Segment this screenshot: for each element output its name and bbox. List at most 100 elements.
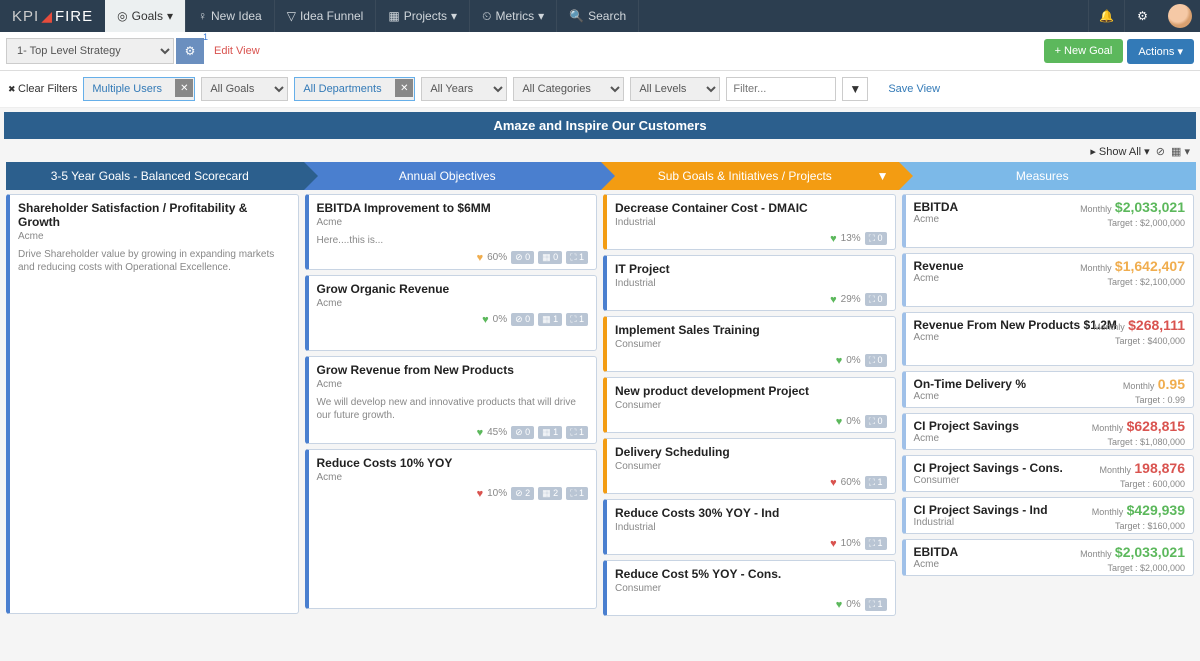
goal-card[interactable]: Shareholder Satisfaction / Profitability…: [6, 194, 299, 614]
metric-target: Target : $160,000: [1115, 521, 1185, 531]
period-label: Monthly: [1100, 465, 1132, 475]
nav-label: Idea Funnel: [300, 9, 363, 23]
logo[interactable]: KPI ◢ FIRE: [0, 8, 105, 25]
card-title: Reduce Costs 30% YOY - Ind: [615, 506, 887, 520]
progress-pct: 60%: [841, 477, 861, 488]
measure-card[interactable]: CI Project Savings - Ind Industrial Mont…: [902, 497, 1195, 534]
card-org: Acme: [18, 231, 290, 242]
user-avatar[interactable]: [1168, 4, 1192, 28]
heart-icon: ♥: [830, 477, 837, 489]
levels-filter[interactable]: All Levels: [630, 77, 720, 101]
measure-card[interactable]: EBITDA Acme Monthly $2,033,021 Target : …: [902, 539, 1195, 576]
column-measures: EBITDA Acme Monthly $2,033,021 Target : …: [902, 194, 1195, 576]
heart-icon: ♥: [830, 294, 837, 306]
clear-users-icon[interactable]: ✕: [175, 79, 193, 97]
card-title: New product development Project: [615, 384, 887, 398]
nav-goals[interactable]: ◎Goals ▾: [105, 0, 186, 32]
categories-filter[interactable]: All Categories: [513, 77, 624, 101]
save-view-link[interactable]: Save View: [888, 83, 940, 95]
goals-filter[interactable]: All Goals: [201, 77, 288, 101]
apply-filter-button[interactable]: ▼: [842, 77, 868, 101]
measure-card[interactable]: Revenue Acme Monthly $1,642,407 Target :…: [902, 253, 1195, 307]
nav-metrics[interactable]: ⏲Metrics ▾: [470, 0, 557, 32]
stat-chip: ⛶ 1: [566, 313, 588, 326]
heart-icon: ♥: [836, 355, 843, 367]
card-org: Consumer: [615, 461, 887, 472]
nav-projects[interactable]: ▦Projects ▾: [376, 0, 470, 32]
card-org: Consumer: [615, 339, 887, 350]
show-all-toggle[interactable]: ▸ Show All ▾ ⊘ ▦ ▾: [0, 143, 1200, 160]
objective-card[interactable]: Grow Revenue from New Products Acme We w…: [305, 356, 598, 444]
stat-chip: ▦ 0: [538, 251, 562, 264]
objective-card[interactable]: EBITDA Improvement to $6MM Acme Here....…: [305, 194, 598, 270]
stat-chip: ⛶ 1: [865, 476, 887, 489]
metric-value: $2,033,021: [1115, 199, 1185, 215]
metric-target: Target : $1,080,000: [1107, 437, 1185, 447]
header-measures: Measures: [899, 162, 1197, 190]
nav-label: Goals: [132, 9, 163, 23]
filter-input[interactable]: [726, 77, 836, 101]
stat-chip: ⛶ 0: [865, 415, 887, 428]
mission-banner: Amaze and Inspire Our Customers: [4, 112, 1196, 139]
sliders-button[interactable]: ⚙1: [176, 38, 204, 64]
period-label: Monthly: [1080, 263, 1112, 273]
stat-chip: ⛶ 1: [566, 426, 588, 439]
stat-chip: ⛶ 1: [566, 251, 588, 264]
notifications-icon[interactable]: 🔔: [1088, 0, 1124, 32]
card-title: Delivery Scheduling: [615, 445, 887, 459]
expand-icon[interactable]: ⊘: [1156, 146, 1165, 158]
measure-card[interactable]: Revenue From New Products $1.2M Acme Mon…: [902, 312, 1195, 366]
heart-icon: ♥: [830, 233, 837, 245]
measure-card[interactable]: EBITDA Acme Monthly $2,033,021 Target : …: [902, 194, 1195, 248]
progress-pct: 0%: [846, 599, 860, 610]
funnel-icon[interactable]: ▼: [877, 169, 889, 183]
measure-card[interactable]: CI Project Savings - Cons. Consumer Mont…: [902, 455, 1195, 492]
heart-icon: ♥: [830, 538, 837, 550]
new-goal-button[interactable]: + New Goal: [1044, 39, 1124, 63]
initiative-card[interactable]: IT Project Industrial ♥ 29% ⛶ 0: [603, 255, 896, 311]
metric-value: $628,815: [1127, 418, 1185, 434]
period-label: Monthly: [1080, 549, 1112, 559]
column-subgoals: Decrease Container Cost - DMAIC Industri…: [603, 194, 896, 616]
clear-filters[interactable]: Clear Filters: [8, 83, 77, 95]
progress-pct: 29%: [841, 294, 861, 305]
nav-idea-funnel[interactable]: ▽Idea Funnel: [275, 0, 377, 32]
stat-chip: ⛶ 1: [566, 487, 588, 500]
initiative-card[interactable]: Reduce Cost 5% YOY - Cons. Consumer ♥ 0%…: [603, 560, 896, 616]
depts-filter[interactable]: All Departments✕: [294, 77, 415, 101]
clear-depts-icon[interactable]: ✕: [395, 79, 413, 97]
initiative-card[interactable]: Decrease Container Cost - DMAIC Industri…: [603, 194, 896, 250]
metric-target: Target : 0.99: [1135, 395, 1185, 405]
measure-card[interactable]: CI Project Savings Acme Monthly $628,815…: [902, 413, 1195, 450]
measure-card[interactable]: On-Time Delivery % Acme Monthly 0.95 Tar…: [902, 371, 1195, 408]
nav-new-idea[interactable]: ♀New Idea: [186, 0, 275, 32]
users-filter[interactable]: Multiple Users✕: [83, 77, 195, 101]
gauge-icon: ⏲: [482, 9, 491, 24]
period-label: Monthly: [1092, 423, 1124, 433]
header-annual: Annual Objectives: [304, 162, 602, 190]
card-org: Acme: [317, 472, 589, 483]
view-icon[interactable]: ▦ ▾: [1171, 146, 1190, 158]
initiative-card[interactable]: Reduce Costs 30% YOY - Ind Industrial ♥ …: [603, 499, 896, 555]
stat-chip: ▦ 2: [538, 487, 562, 500]
nav-label: Metrics: [495, 9, 534, 23]
metric-target: Target : 600,000: [1120, 479, 1185, 489]
metric-value: $1,642,407: [1115, 258, 1185, 274]
progress-pct: 60%: [487, 252, 507, 263]
objective-card[interactable]: Grow Organic Revenue Acme ♥ 0% ⊘ 0 ▦ 1 ⛶…: [305, 275, 598, 351]
years-filter[interactable]: All Years: [421, 77, 507, 101]
column-annual: EBITDA Improvement to $6MM Acme Here....…: [305, 194, 598, 609]
settings-icon[interactable]: ⚙: [1124, 0, 1160, 32]
initiative-card[interactable]: Delivery Scheduling Consumer ♥ 60% ⛶ 1: [603, 438, 896, 494]
card-title: Reduce Costs 10% YOY: [317, 456, 589, 470]
nav-search[interactable]: 🔍Search: [557, 0, 639, 32]
objective-card[interactable]: Reduce Costs 10% YOY Acme ♥ 10% ⊘ 2 ▦ 2 …: [305, 449, 598, 609]
progress-pct: 10%: [841, 538, 861, 549]
initiative-card[interactable]: Implement Sales Training Consumer ♥ 0% ⛶…: [603, 316, 896, 372]
edit-view-link[interactable]: Edit View: [214, 45, 260, 57]
metric-target: Target : $400,000: [1115, 336, 1185, 346]
actions-button[interactable]: Actions ▾: [1127, 39, 1194, 64]
initiative-card[interactable]: New product development Project Consumer…: [603, 377, 896, 433]
bulb-icon: ♀: [198, 9, 207, 23]
strategy-select[interactable]: 1- Top Level Strategy: [6, 38, 174, 64]
